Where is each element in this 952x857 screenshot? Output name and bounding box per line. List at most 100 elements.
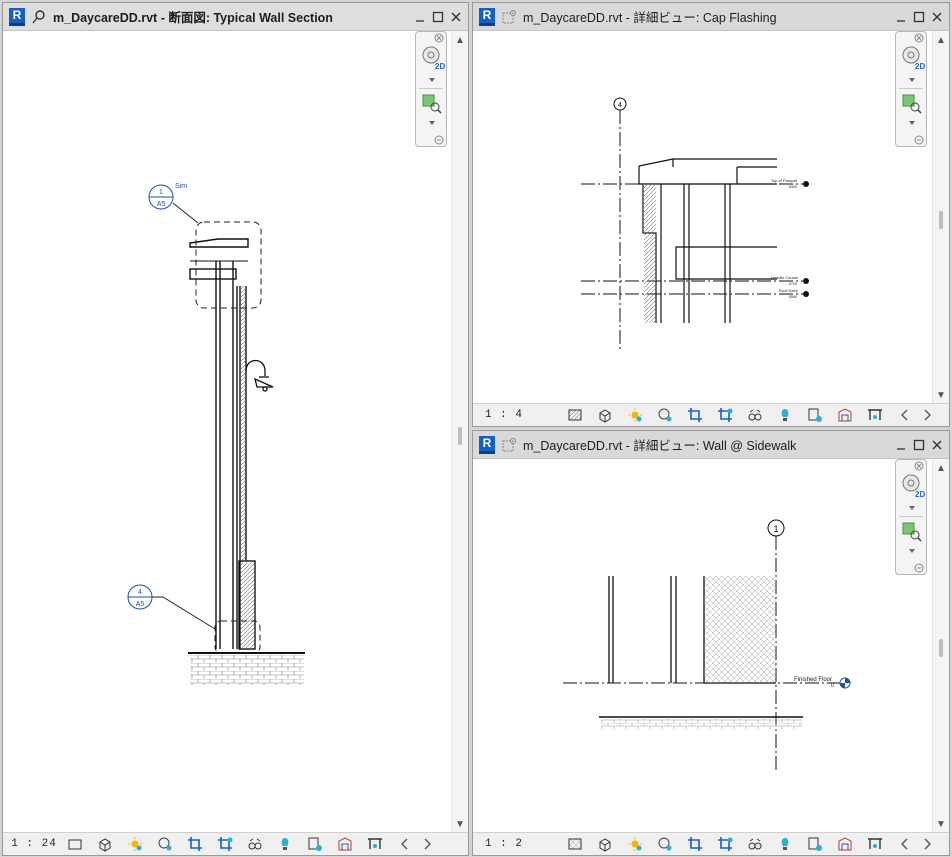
analytical-model-icon[interactable] [835, 406, 855, 424]
crop-view-icon[interactable] [185, 835, 205, 853]
close-button[interactable] [928, 436, 946, 454]
zoom-icon[interactable] [902, 94, 922, 114]
sun-path-icon[interactable] [625, 835, 645, 853]
minimize-icon [897, 19, 905, 22]
zoom-icon[interactable] [902, 522, 922, 542]
title-bar[interactable]: R m_DaycareDD.rvt - 詳細ビュー: Cap Flashing [473, 3, 949, 31]
scroll-up-icon[interactable]: ▲ [933, 33, 949, 47]
drawing-canvas[interactable]: 1 A5 Sim 4 A5 2D [3, 31, 452, 833]
sun-path-icon[interactable] [125, 835, 145, 853]
customize-icon[interactable] [434, 135, 444, 145]
chevron-down-icon[interactable] [428, 120, 436, 126]
scroll-down-icon[interactable]: ▼ [933, 388, 949, 402]
navigation-bar[interactable]: 2D [895, 31, 927, 147]
navigation-bar[interactable]: 2D [895, 459, 927, 575]
temporary-hide-icon[interactable] [745, 835, 765, 853]
reveal-hidden-icon[interactable] [775, 835, 795, 853]
steering-wheel-icon[interactable]: 2D [420, 45, 446, 71]
temporary-hide-icon[interactable] [745, 406, 765, 424]
window-cap-flashing[interactable]: R m_DaycareDD.rvt - 詳細ビュー: Cap Flashing … [472, 2, 950, 427]
scroll-down-icon[interactable]: ▼ [933, 817, 949, 831]
sun-path-icon[interactable] [625, 406, 645, 424]
shadows-icon[interactable] [155, 835, 175, 853]
scroll-up-icon[interactable]: ▲ [452, 33, 468, 47]
chevron-down-icon[interactable] [908, 77, 916, 83]
maximize-button[interactable] [910, 436, 928, 454]
crop-view-icon[interactable] [685, 406, 705, 424]
close-button[interactable] [447, 8, 465, 26]
minimize-button[interactable] [892, 436, 910, 454]
minimize-button[interactable] [892, 8, 910, 26]
temporary-view-properties-icon[interactable] [805, 406, 825, 424]
scroll-right-icon[interactable] [917, 406, 937, 424]
steering-wheel-icon[interactable]: 2D [900, 45, 926, 71]
highlight-displacement-icon[interactable] [865, 835, 885, 853]
title-bar[interactable]: R m_DaycareDD.rvt - 詳細ビュー: Wall @ Sidewa… [473, 431, 949, 459]
maximize-button[interactable] [429, 8, 447, 26]
level-value-top-of-parapet: 6300 [789, 185, 797, 189]
show-crop-icon[interactable] [215, 835, 235, 853]
zoom-icon[interactable] [422, 94, 442, 114]
window-wall-sidewalk[interactable]: R m_DaycareDD.rvt - 詳細ビュー: Wall @ Sidewa… [472, 430, 950, 856]
scroll-left-icon[interactable] [895, 406, 915, 424]
close-icon[interactable] [914, 33, 924, 43]
vertical-scrollbar[interactable]: ▲ ▼ [932, 31, 949, 404]
analytical-model-icon[interactable] [835, 835, 855, 853]
scroll-thumb[interactable] [458, 427, 462, 445]
scale-label[interactable]: 1 : 4 [473, 409, 535, 421]
revit-logo-icon: R [479, 7, 495, 26]
visual-style-icon[interactable] [95, 835, 115, 853]
maximize-button[interactable] [910, 8, 928, 26]
scroll-left-icon[interactable] [395, 835, 415, 853]
show-crop-icon[interactable] [715, 406, 735, 424]
window-typical-wall-section[interactable]: R m_DaycareDD.rvt - 断面図: Typical Wall Se… [2, 2, 469, 856]
drawing-canvas[interactable]: 4 Top of Parapet 6300 Header Course 5700… [473, 31, 933, 404]
steering-wheel-icon[interactable]: 2D [900, 473, 926, 499]
highlight-displacement-icon[interactable] [865, 406, 885, 424]
chevron-down-icon[interactable] [908, 120, 916, 126]
crop-view-icon[interactable] [685, 835, 705, 853]
scroll-thumb[interactable] [939, 211, 943, 229]
customize-icon[interactable] [914, 135, 924, 145]
visual-style-icon[interactable] [595, 835, 615, 853]
temporary-view-properties-icon[interactable] [305, 835, 325, 853]
scale-label[interactable]: 1 : 2 [473, 838, 535, 850]
reveal-hidden-icon[interactable] [275, 835, 295, 853]
title-bar[interactable]: R m_DaycareDD.rvt - 断面図: Typical Wall Se… [3, 3, 468, 31]
chevron-down-icon[interactable] [428, 77, 436, 83]
navigation-bar[interactable]: 2D [415, 31, 447, 147]
detail-level-icon[interactable] [565, 406, 585, 424]
scroll-down-icon[interactable]: ▼ [452, 817, 468, 831]
level-label-finished-floor: Finished Floor [794, 677, 832, 683]
svg-text:2D: 2D [435, 62, 445, 71]
chevron-down-icon[interactable] [908, 548, 916, 554]
drawing-canvas[interactable]: 1 Finished Floor 0 2D [473, 459, 933, 833]
visual-style-icon[interactable] [595, 406, 615, 424]
scroll-thumb[interactable] [939, 639, 943, 657]
detail-level-icon[interactable] [565, 835, 585, 853]
temporary-hide-icon[interactable] [245, 835, 265, 853]
chevron-down-icon[interactable] [908, 505, 916, 511]
close-button[interactable] [928, 8, 946, 26]
scroll-right-icon[interactable] [917, 835, 937, 853]
shadows-icon[interactable] [655, 406, 675, 424]
shadows-icon[interactable] [655, 835, 675, 853]
highlight-displacement-icon[interactable] [365, 835, 385, 853]
close-icon[interactable] [434, 33, 444, 43]
close-icon[interactable] [914, 461, 924, 471]
scroll-up-icon[interactable]: ▲ [933, 461, 949, 475]
reveal-hidden-icon[interactable] [775, 406, 795, 424]
customize-icon[interactable] [914, 563, 924, 573]
scale-label[interactable]: 1 : 24 [3, 838, 65, 850]
vertical-scrollbar[interactable]: ▲ ▼ [451, 31, 468, 833]
window-title: m_DaycareDD.rvt - 断面図: Typical Wall Sect… [53, 11, 333, 25]
show-crop-icon[interactable] [715, 835, 735, 853]
analytical-model-icon[interactable] [335, 835, 355, 853]
scroll-left-icon[interactable] [895, 835, 915, 853]
minimize-button[interactable] [411, 8, 429, 26]
scroll-right-icon[interactable] [417, 835, 437, 853]
vertical-scrollbar[interactable]: ▲ ▼ [932, 459, 949, 833]
grid-label: 1 [773, 524, 778, 534]
detail-level-icon[interactable] [65, 835, 85, 853]
temporary-view-properties-icon[interactable] [805, 835, 825, 853]
